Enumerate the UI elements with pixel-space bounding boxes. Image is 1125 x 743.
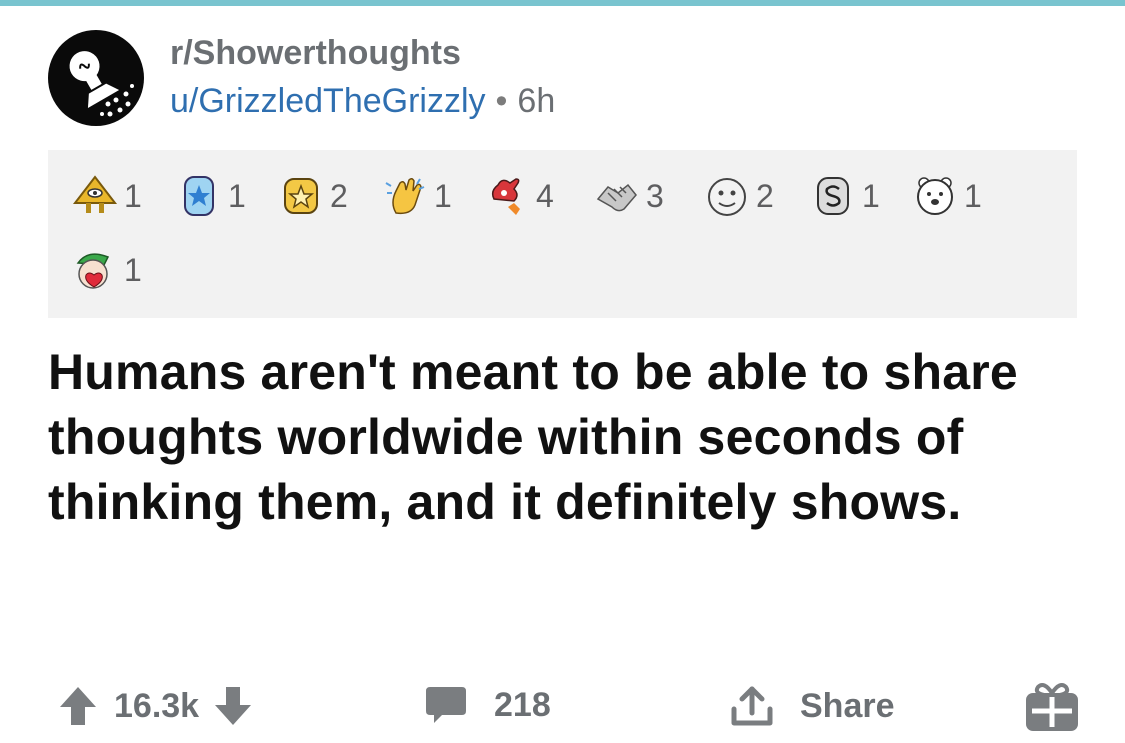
comment-count: 218	[494, 685, 551, 724]
elf-heart-award-icon	[76, 253, 110, 289]
award-item[interactable]: 4	[484, 174, 554, 218]
post-title[interactable]: Humans aren't meant to be able to share …	[48, 340, 1048, 535]
bear-award-icon	[917, 177, 953, 215]
share-icon	[731, 686, 773, 726]
share-label: Share	[800, 686, 895, 725]
clapping-hand-award-icon	[385, 177, 425, 215]
pyramid-eye-award-icon	[72, 175, 118, 213]
post-actions-bar: 16.3k 218 Share	[0, 675, 1125, 735]
author-link[interactable]: u/GrizzledTheGrizzly	[170, 82, 486, 120]
award-count: 3	[646, 177, 664, 214]
award-item[interactable]: 1	[382, 174, 452, 218]
top-accent-bar	[0, 0, 1125, 6]
post-meta: u/GrizzledTheGrizzly • 6h	[170, 82, 555, 121]
face-award-icon	[708, 178, 746, 216]
upvote-arrow-icon[interactable]	[58, 685, 98, 727]
gift-icon	[1026, 683, 1078, 731]
handshake-award-icon	[596, 183, 637, 212]
award-count: 1	[964, 177, 982, 214]
award-count: 1	[124, 177, 142, 214]
give-award-button[interactable]	[1024, 681, 1080, 733]
subreddit-avatar[interactable]	[48, 30, 144, 126]
award-item[interactable]: 2	[278, 174, 348, 218]
award-count: 4	[536, 177, 554, 214]
comment-bubble-icon	[426, 687, 466, 723]
award-item[interactable]: 1	[912, 174, 982, 218]
award-count: 1	[434, 177, 452, 214]
award-item[interactable]: 1	[72, 174, 142, 218]
award-item[interactable]: 1	[176, 174, 246, 218]
awards-bar[interactable]: 1 1 2 1 4 3 2 1 1 1	[48, 150, 1077, 318]
award-item[interactable]: 3	[594, 174, 664, 218]
silver-s-award-icon	[817, 177, 849, 215]
blue-star-badge-award-icon	[184, 176, 214, 216]
award-count: 1	[124, 251, 142, 288]
vote-score: 16.3k	[114, 686, 200, 725]
award-count: 2	[756, 177, 774, 214]
downvote-arrow-icon[interactable]	[213, 685, 253, 727]
award-item[interactable]: 2	[704, 174, 774, 218]
rocket-like-award-icon	[491, 178, 520, 215]
meta-separator: •	[495, 82, 508, 120]
award-item[interactable]: 1	[810, 174, 880, 218]
award-count: 1	[862, 177, 880, 214]
comments-button[interactable]: 218	[424, 685, 551, 725]
award-count: 2	[330, 177, 348, 214]
gold-star-badge-award-icon	[284, 178, 318, 214]
award-count: 1	[228, 177, 246, 214]
subreddit-name[interactable]: r/Showerthoughts	[170, 34, 461, 73]
share-button[interactable]: Share	[730, 685, 895, 727]
post-age: 6h	[517, 82, 556, 120]
vote-group: 16.3k	[58, 685, 253, 727]
shower-lightbulb-icon	[69, 51, 134, 117]
award-item[interactable]: 1	[72, 248, 142, 292]
